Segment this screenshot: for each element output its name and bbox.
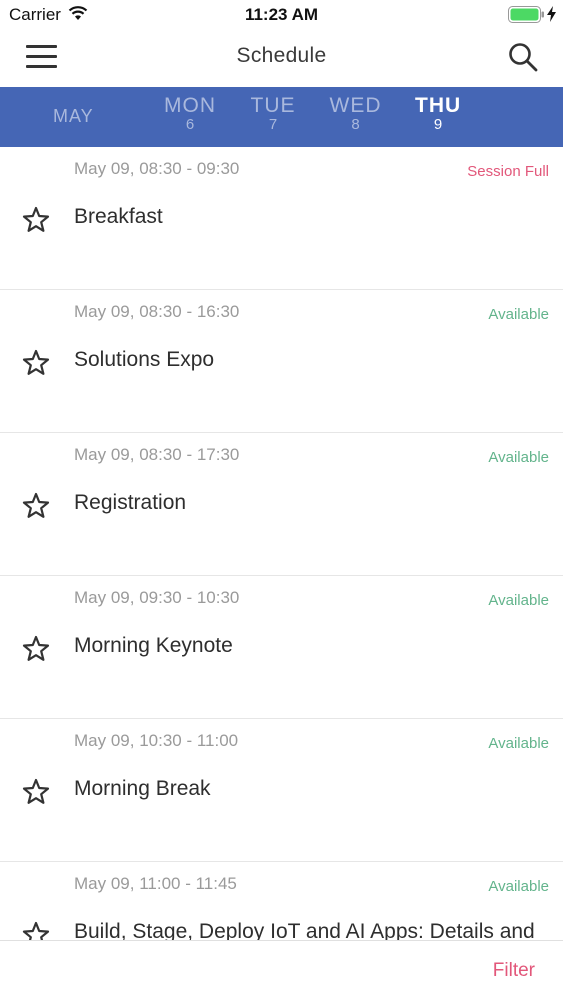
star-icon[interactable]	[22, 921, 50, 940]
session-time: May 09, 11:00 - 11:45	[74, 874, 237, 893]
status-badge: Available	[488, 735, 549, 752]
session-time: May 09, 08:30 - 16:30	[74, 302, 240, 321]
day-tab-tue[interactable]: TUE 7	[250, 95, 296, 133]
session-time: May 09, 08:30 - 17:30	[74, 445, 240, 464]
session-item[interactable]: May 09, 10:30 - 11:00 Available Morning …	[0, 719, 563, 862]
session-time: May 09, 10:30 - 11:00	[74, 731, 239, 750]
charging-bolt-icon	[547, 6, 556, 22]
day-tab-wed[interactable]: WED 8	[328, 95, 383, 133]
day-name: TUE	[250, 94, 296, 117]
page-title: Schedule	[236, 44, 327, 67]
status-badge: Session Full	[467, 163, 549, 180]
session-title: Morning Keynote	[74, 634, 233, 657]
day-tab-thu[interactable]: THU 9	[415, 95, 461, 133]
status-bar: Carrier 11:23 AM	[0, 0, 563, 30]
bottom-toolbar: Filter	[0, 940, 563, 1000]
session-item[interactable]: May 09, 11:00 - 11:45 Available Build, S…	[0, 862, 563, 940]
battery-icon	[508, 6, 544, 23]
session-time: May 09, 08:30 - 09:30	[74, 159, 240, 178]
month-label: MAY	[53, 106, 94, 126]
session-list[interactable]: May 09, 08:30 - 09:30 Session Full Break…	[0, 147, 563, 940]
day-selector: MAY MON 6 TUE 7 WED 8 THU 9	[0, 87, 563, 147]
session-item[interactable]: May 09, 08:30 - 09:30 Session Full Break…	[0, 147, 563, 290]
status-badge: Available	[488, 592, 549, 609]
status-badge: Available	[488, 449, 549, 466]
status-badge: Available	[488, 878, 549, 895]
day-name: THU	[415, 94, 462, 117]
filter-button[interactable]: Filter	[493, 960, 535, 982]
session-time: May 09, 09:30 - 10:30	[74, 588, 240, 607]
session-title: Registration	[74, 491, 187, 514]
day-name: MON	[164, 94, 216, 117]
nav-bar: Schedule	[0, 30, 563, 87]
status-badge: Available	[488, 306, 549, 323]
day-number: 8	[351, 116, 360, 133]
session-title: Morning Break	[74, 777, 211, 800]
session-title: Breakfast	[74, 205, 163, 228]
session-title: Build, Stage, Deploy IoT and AI Apps: De…	[74, 920, 535, 940]
search-icon[interactable]	[508, 42, 538, 72]
session-title: Solutions Expo	[74, 348, 215, 371]
star-icon[interactable]	[22, 349, 50, 376]
day-number: 9	[433, 116, 443, 133]
day-tab-mon[interactable]: MON 6	[163, 95, 217, 133]
star-icon[interactable]	[22, 778, 50, 805]
day-number: 6	[185, 116, 195, 133]
session-item[interactable]: May 09, 08:30 - 16:30 Available Solution…	[0, 290, 563, 433]
star-icon[interactable]	[22, 492, 50, 519]
session-item[interactable]: May 09, 09:30 - 10:30 Available Morning …	[0, 576, 563, 719]
day-name: WED	[329, 94, 382, 117]
star-icon[interactable]	[22, 635, 50, 662]
star-icon[interactable]	[22, 206, 50, 233]
clock: 11:23 AM	[244, 5, 319, 24]
day-number: 7	[268, 116, 278, 133]
session-item[interactable]: May 09, 08:30 - 17:30 Available Registra…	[0, 433, 563, 576]
